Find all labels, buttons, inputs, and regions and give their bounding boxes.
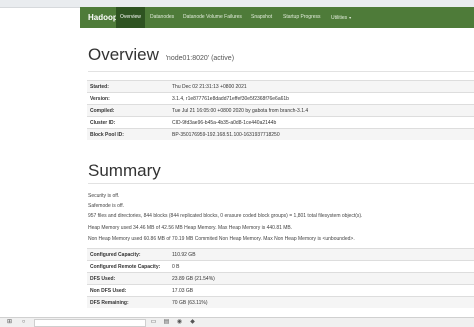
nav-overview[interactable]: Overview — [116, 7, 145, 28]
table-row: Version: 3.1.4, r1e877761e8dadd71effef30… — [87, 92, 474, 105]
row-value: 110.92 GB — [169, 248, 474, 261]
overview-subtitle: 'node01:8020' (active) — [165, 55, 235, 62]
nav-utilities-label: Utilities — [331, 15, 348, 21]
summary-heading: Summary — [88, 161, 161, 180]
divider — [88, 183, 474, 184]
row-key: Configured Capacity: — [87, 248, 169, 261]
row-key: Compiled: — [87, 104, 169, 117]
browser-icon[interactable]: ◉ — [176, 319, 183, 326]
table-row: Compiled: Tue Jul 21 16:05:00 +0800 2020… — [87, 104, 474, 117]
heap-memory: Heap Memory used 34.46 MB of 42.56 MB He… — [88, 225, 293, 231]
row-value: 3.1.4, r1e877761e8dadd71effef30e5f2368f7… — [169, 92, 474, 105]
table-row: Cluster ID: CID-9fd3ae96-b45a-4b35-a0d8-… — [87, 116, 474, 129]
file-explorer-icon[interactable]: ▤ — [163, 319, 170, 326]
row-key: Cluster ID: — [87, 116, 169, 129]
table-row: Configured Remote Capacity: 0 B — [87, 260, 474, 273]
nav-datanode-volume-failures[interactable]: Datanode Volume Failures — [179, 7, 246, 28]
overview-heading: Overview 'node01:8020' (active) — [88, 45, 234, 65]
windows-start-icon[interactable]: ⊞ — [6, 319, 13, 326]
overview-title: Overview — [88, 45, 159, 64]
summary-table: Configured Capacity: 110.92 GB Configure… — [87, 248, 474, 308]
nav-snapshot[interactable]: Snapshot — [247, 7, 276, 28]
filesystem-objects: 957 files and directories, 844 blocks (8… — [88, 213, 363, 219]
table-row: Block Pool ID: BP-350176959-192.168.51.1… — [87, 128, 474, 140]
nav-utilities[interactable]: Utilities ▾ — [327, 7, 355, 28]
row-key: Block Pool ID: — [87, 128, 169, 140]
row-key: DFS Used: — [87, 272, 169, 285]
search-icon[interactable]: ○ — [20, 319, 27, 326]
row-value: BP-350176959-192.168.51.100-163193771825… — [169, 128, 474, 140]
non-heap-memory: Non Heap Memory used 60.86 MB of 70.19 M… — [88, 236, 355, 242]
row-value: 17.03 GB — [169, 284, 474, 297]
table-row: DFS Used: 23.89 GB (21.54%) — [87, 272, 474, 285]
app-icon[interactable]: ◆ — [189, 319, 196, 326]
row-key: Started: — [87, 80, 169, 93]
overview-table: Started: Thu Dec 02 21:31:13 +0800 2021 … — [87, 80, 474, 140]
nav-datanodes[interactable]: Datanodes — [146, 7, 178, 28]
task-view-icon[interactable]: ▭ — [150, 319, 157, 326]
row-key: DFS Remaining: — [87, 296, 169, 308]
chevron-down-icon: ▾ — [349, 15, 352, 20]
safemode-status: Safemode is off. — [88, 203, 125, 209]
table-row: Configured Capacity: 110.92 GB — [87, 248, 474, 261]
row-value: Thu Dec 02 21:31:13 +0800 2021 — [169, 80, 474, 93]
security-status: Security is off. — [88, 193, 120, 199]
hadoop-navbar: Hadoop Overview Datanodes Datanode Volum… — [80, 7, 474, 28]
row-value: 23.89 GB (21.54%) — [169, 272, 474, 285]
row-value: 0 B — [169, 260, 474, 273]
row-key: Version: — [87, 92, 169, 105]
row-value: Tue Jul 21 16:05:00 +0800 2020 by gabota… — [169, 104, 474, 117]
row-key: Configured Remote Capacity: — [87, 260, 169, 273]
nav-startup-progress[interactable]: Startup Progress — [279, 7, 325, 28]
table-row: Started: Thu Dec 02 21:31:13 +0800 2021 — [87, 80, 474, 93]
table-row: Non DFS Used: 17.03 GB — [87, 284, 474, 297]
row-value: 70 GB (63.11%) — [169, 296, 474, 308]
row-key: Non DFS Used: — [87, 284, 169, 297]
row-value: CID-9fd3ae96-b45a-4b35-a0d8-1ce440a2144b — [169, 116, 474, 129]
brand-logo[interactable]: Hadoop — [88, 7, 118, 28]
divider — [88, 71, 474, 72]
table-row: DFS Remaining: 70 GB (63.11%) — [87, 296, 474, 308]
